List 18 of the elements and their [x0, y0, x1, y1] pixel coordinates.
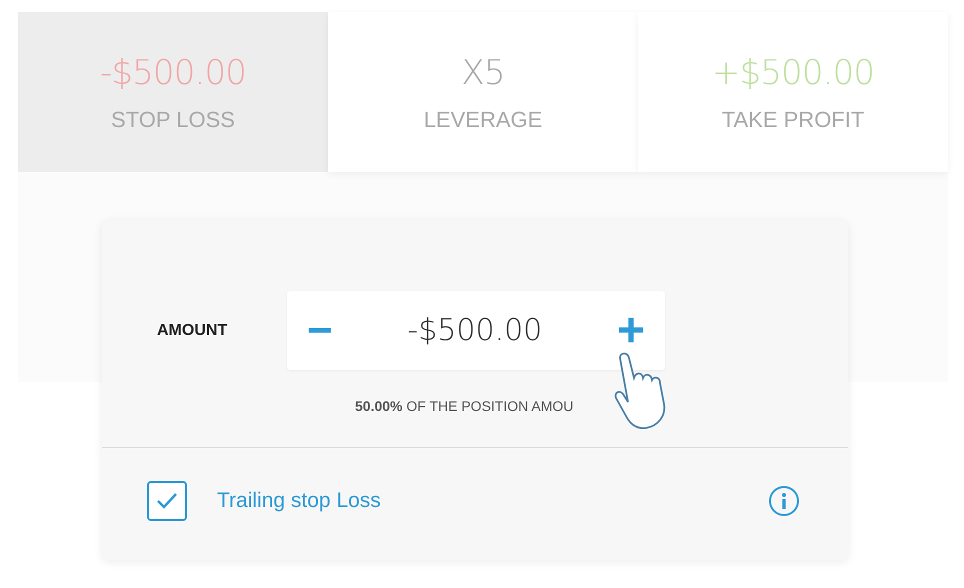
- stat-tab[interactable]: -$500.00 STOP LOSS: [18, 12, 328, 172]
- amount-label: AMOUNT: [157, 320, 228, 340]
- checkmark-icon: [156, 492, 178, 510]
- stat-value: -$500.00: [100, 52, 246, 95]
- position-caption: 50.00% OF THE POSITION AMOU: [355, 397, 574, 416]
- stat-label: STOP LOSS: [111, 106, 235, 134]
- stat-label: LEVERAGE: [424, 106, 542, 134]
- stat-label: TAKE PROFIT: [722, 106, 864, 134]
- stat-value: +$500.00: [712, 52, 874, 95]
- amount-value: -$500.00: [407, 312, 542, 350]
- stat-tab[interactable]: +$500.00 TAKE PROFIT: [638, 12, 948, 172]
- increase-button[interactable]: +: [616, 306, 645, 354]
- trailing-checkbox[interactable]: [147, 481, 187, 521]
- info-icon[interactable]: [768, 485, 800, 517]
- trailing-label: Trailing stop Loss: [217, 488, 382, 514]
- stat-tab[interactable]: X5 LEVERAGE: [328, 12, 638, 172]
- decrease-button[interactable]: −: [307, 308, 333, 352]
- stat-value: X5: [461, 52, 505, 95]
